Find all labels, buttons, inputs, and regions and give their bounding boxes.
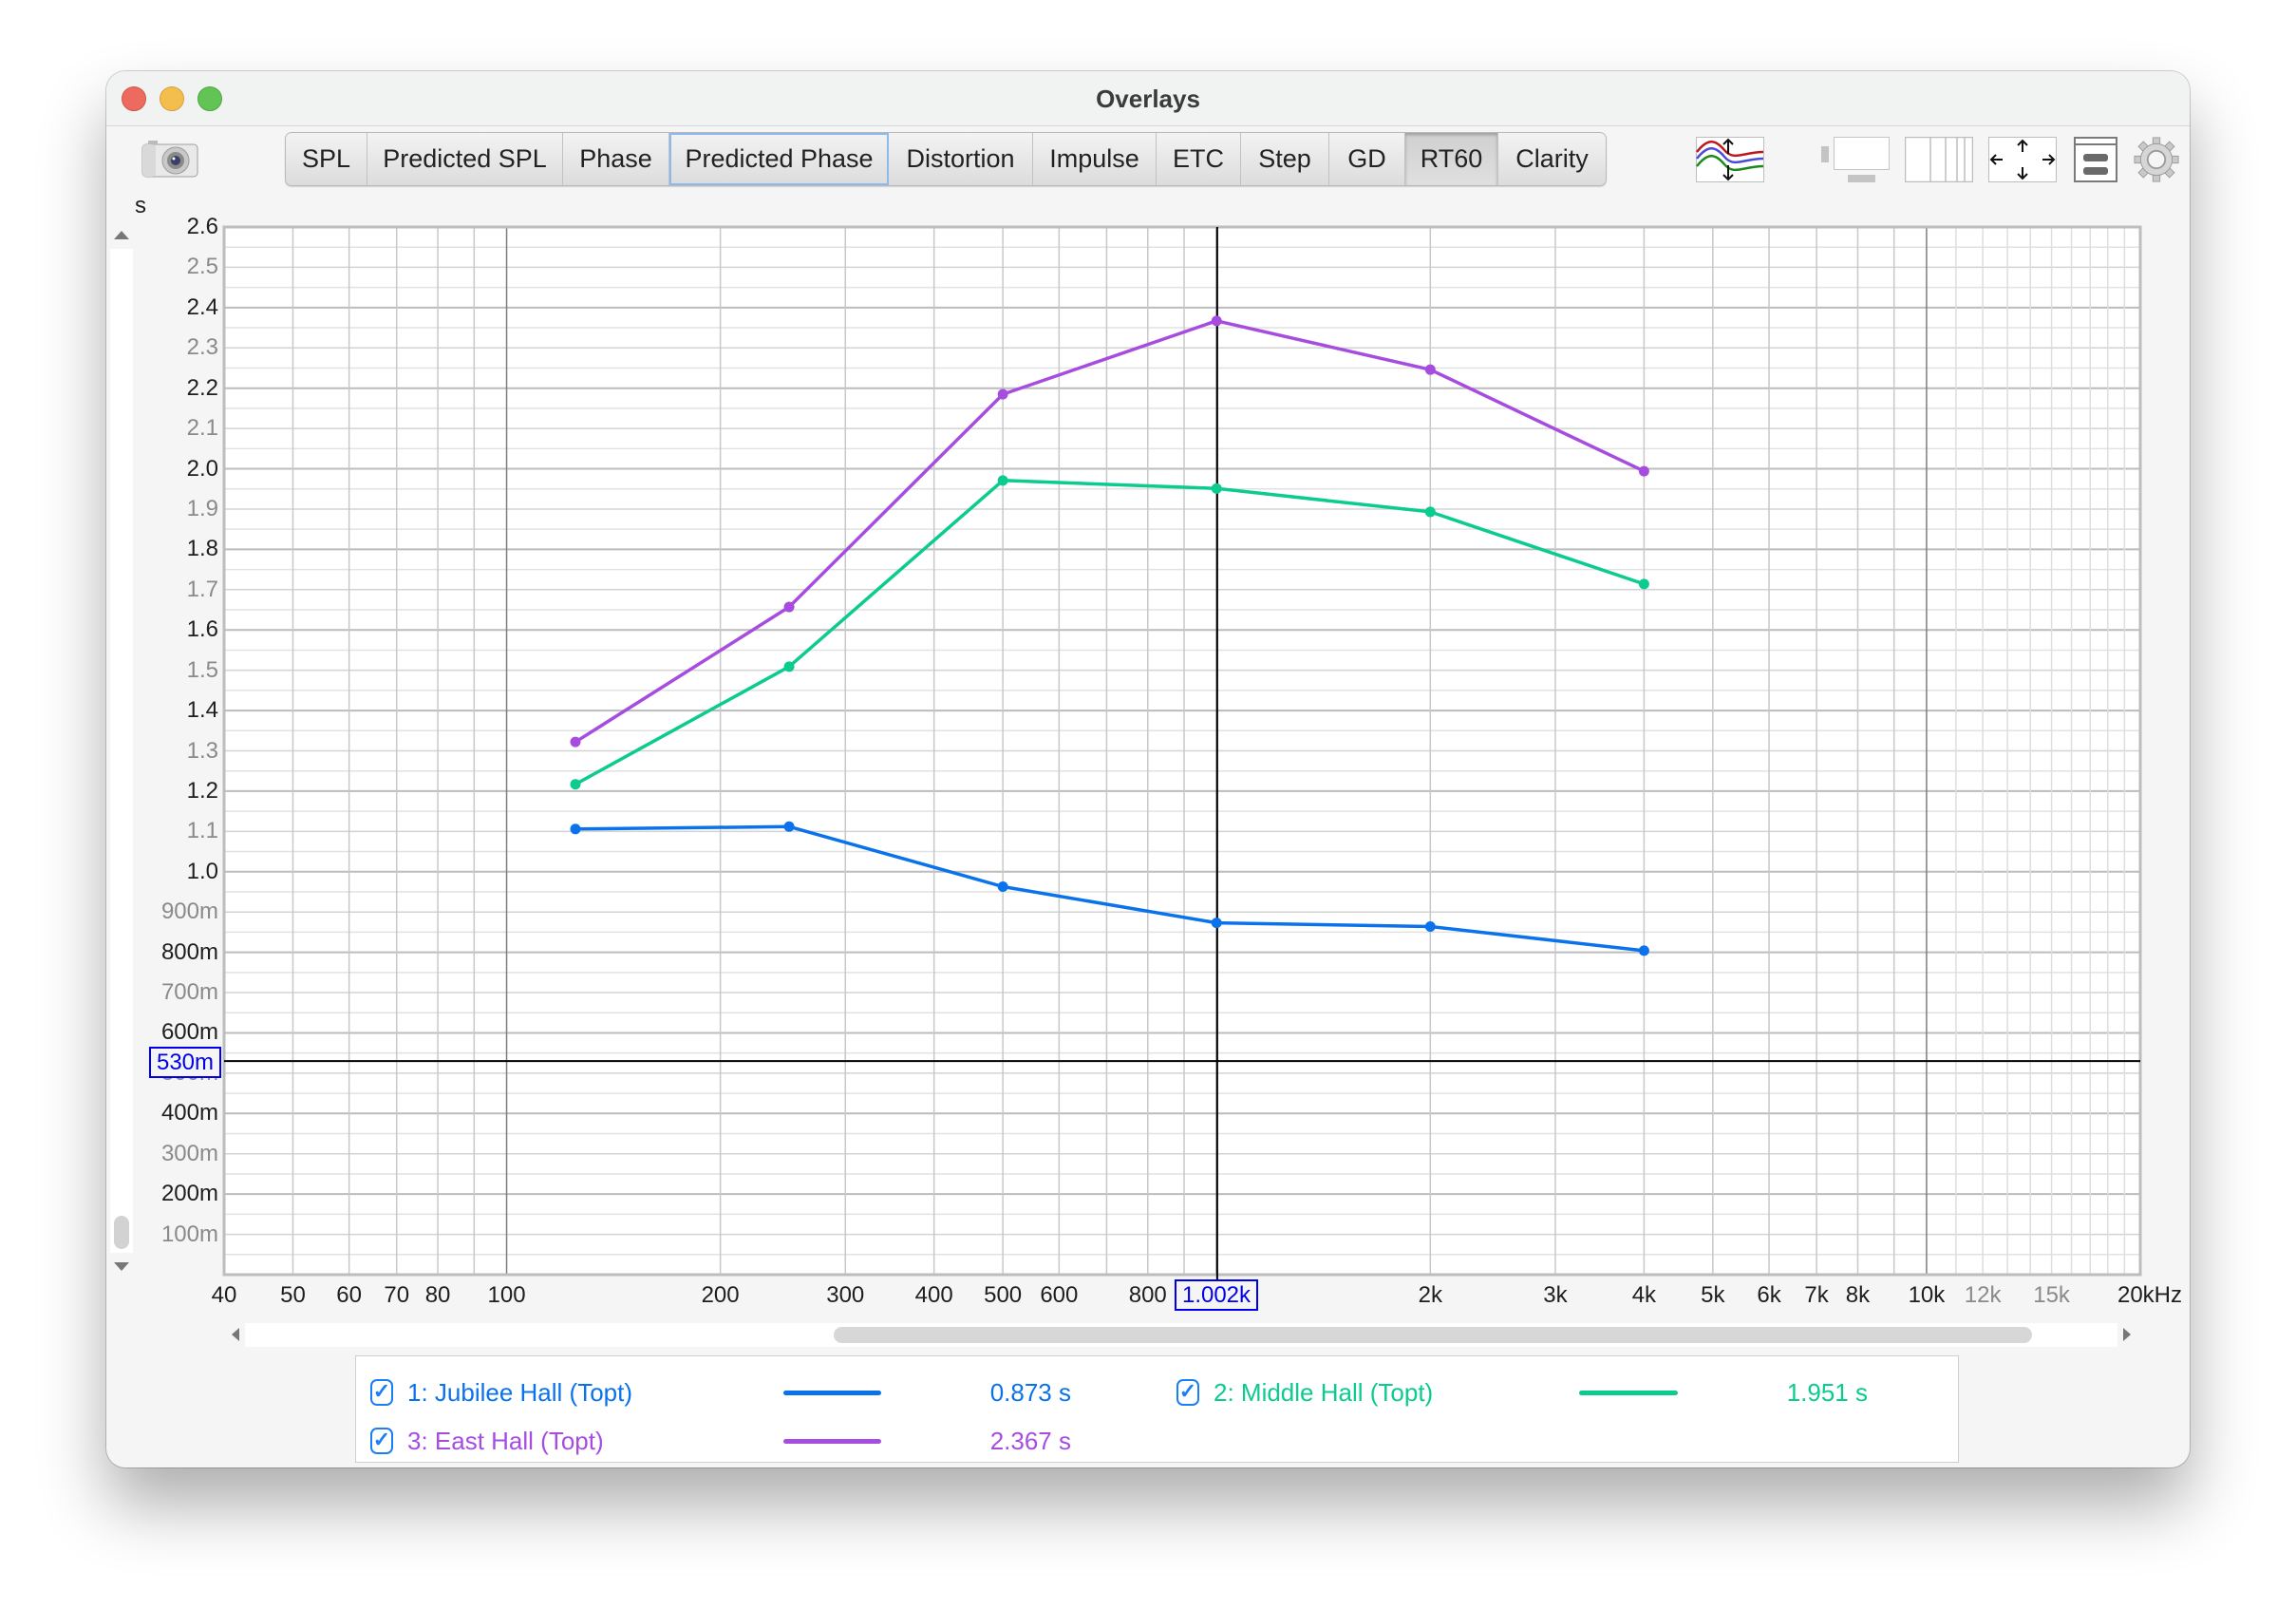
x-tick-label: 200 (701, 1282, 740, 1308)
x-tick-label: 80 (424, 1282, 451, 1308)
y-tick-label: 1.3 (186, 737, 218, 764)
data-point-3 (1424, 364, 1436, 375)
horizontal-scrollbar-thumb[interactable] (834, 1327, 2032, 1343)
legend-swatch (783, 1439, 881, 1444)
y-tick-label: 1.5 (186, 656, 218, 683)
data-point-2 (1424, 506, 1436, 518)
legend-swatch (783, 1391, 881, 1395)
x-tick-label: 15k (2033, 1282, 2070, 1308)
y-tick-label: 900m (160, 899, 218, 925)
legend-item-east-hall: ✓ 3: East Hall (Topt) 2.367 s (356, 1426, 1211, 1456)
data-point-2 (1211, 483, 1222, 494)
y-tick-label: 1.4 (186, 697, 218, 724)
x-tick-label: 400 (914, 1282, 953, 1308)
overlays-window: Overlays SPL Predicted SPL Phase Predicted … (106, 71, 2190, 1467)
data-point-3 (1638, 465, 1649, 477)
data-point-1 (1424, 920, 1436, 932)
rt60-plot[interactable] (106, 71, 2190, 1467)
legend-label: 3: East Hall (Topt) (407, 1427, 604, 1455)
data-point-3 (783, 601, 795, 613)
x-tick-label: 2k (1418, 1282, 1442, 1308)
data-point-1 (570, 823, 581, 835)
data-point-2 (997, 475, 1008, 486)
y-tick-label: 1.0 (186, 858, 218, 884)
y-tick-label: 2.1 (186, 415, 218, 442)
legend-checkbox-1[interactable]: ✓ (370, 1379, 393, 1406)
legend-checkbox-2[interactable]: ✓ (1176, 1379, 1199, 1406)
y-tick-label: 2.6 (186, 214, 218, 239)
legend-value: 0.873 s (989, 1378, 1071, 1407)
y-tick-label: 2.0 (186, 455, 218, 482)
data-point-3 (997, 388, 1008, 400)
y-tick-label: 700m (160, 979, 218, 1006)
legend-label: 1: Jubilee Hall (Topt) (407, 1378, 632, 1407)
legend-value: 1.951 s (1786, 1378, 1868, 1407)
y-tick-label: 1.9 (186, 495, 218, 521)
y-tick-label: 1.2 (186, 777, 218, 804)
data-point-1 (783, 821, 795, 832)
legend-panel: ✓ 1: Jubilee Hall (Topt) 0.873 s ✓ 2: Mi… (355, 1355, 1959, 1463)
y-tick-label: 2.5 (186, 254, 218, 280)
x-tick-label: 300 (826, 1282, 865, 1308)
data-point-1 (1638, 945, 1649, 956)
data-point-3 (1211, 315, 1222, 327)
x-tick-label: 20kHz (2117, 1282, 2183, 1308)
x-tick-label: 600 (1040, 1282, 1079, 1308)
data-point-1 (997, 880, 1008, 892)
legend-swatch (1579, 1391, 1678, 1395)
scroll-right-arrow[interactable] (2123, 1328, 2131, 1341)
legend-item-middle-hall: ✓ 2: Middle Hall (Topt) 1.951 s (1175, 1377, 1953, 1408)
cursor-x-readout: 1.002k (1175, 1279, 1258, 1311)
y-tick-label: 800m (160, 938, 218, 965)
data-point-3 (570, 736, 581, 748)
y-tick-label: 1.7 (186, 576, 218, 602)
y-tick-label: 2.3 (186, 334, 218, 361)
y-tick-label: 1.1 (186, 818, 218, 844)
data-point-2 (570, 779, 581, 790)
x-tick-label: 4k (1631, 1282, 1657, 1308)
scroll-left-arrow[interactable] (232, 1328, 239, 1341)
x-tick-label: 40 (211, 1282, 237, 1308)
data-point-2 (783, 661, 795, 672)
x-tick-label: 100 (487, 1282, 526, 1308)
cursor-y-readout: 530m (149, 1047, 221, 1078)
y-tick-label: 2.4 (186, 293, 218, 320)
y-tick-label: 300m (160, 1140, 218, 1166)
y-tick-label: 600m (160, 1019, 218, 1046)
x-tick-label: 8k (1845, 1282, 1871, 1308)
data-point-1 (1211, 918, 1222, 929)
y-tick-label: 100m (160, 1221, 218, 1247)
data-point-2 (1638, 578, 1649, 590)
x-tick-label: 12k (1964, 1282, 2002, 1308)
legend-value: 2.367 s (989, 1427, 1071, 1455)
legend-item-jubilee-hall: ✓ 1: Jubilee Hall (Topt) 0.873 s (356, 1377, 1211, 1408)
y-tick-label: 200m (160, 1181, 218, 1207)
y-tick-label: 2.2 (186, 374, 218, 401)
y-tick-label: 1.8 (186, 536, 218, 562)
legend-checkbox-3[interactable]: ✓ (370, 1428, 393, 1454)
x-tick-label: 3k (1543, 1282, 1568, 1308)
y-tick-label: 400m (160, 1100, 218, 1126)
y-tick-label: 1.6 (186, 616, 218, 643)
legend-label: 2: Middle Hall (Topt) (1214, 1378, 1434, 1407)
